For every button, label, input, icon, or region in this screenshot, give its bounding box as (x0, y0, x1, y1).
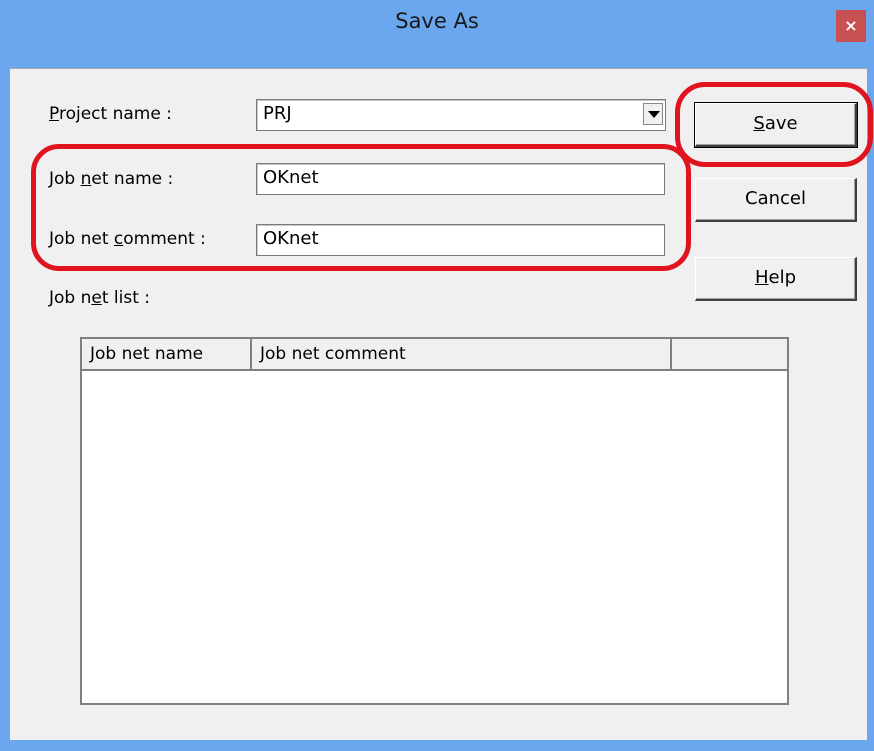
help-button[interactable]: Help (695, 257, 857, 301)
chevron-down-icon[interactable] (643, 103, 663, 125)
project-name-combobox[interactable]: PRJ (256, 99, 666, 131)
window-title: Save As (395, 9, 479, 33)
job-net-list[interactable]: Job net name Job net comment (80, 337, 789, 705)
column-header-empty[interactable] (672, 339, 787, 371)
column-header-job-net-name[interactable]: Job net name (82, 339, 252, 371)
title-bar[interactable]: Save As × (0, 0, 874, 42)
close-button[interactable]: × (836, 10, 866, 42)
project-name-label: Project name : (49, 104, 172, 124)
save-as-dialog: Save As × Project name : PRJ Job net nam… (0, 0, 874, 751)
save-highlight-annotation (675, 82, 873, 167)
job-net-list-label: Job net list : (49, 288, 151, 308)
close-icon: × (844, 16, 858, 35)
job-net-fields-highlight-annotation (31, 144, 691, 271)
column-header-job-net-comment[interactable]: Job net comment (252, 339, 672, 371)
project-name-value: PRJ (263, 103, 292, 124)
cancel-button[interactable]: Cancel (695, 178, 857, 222)
